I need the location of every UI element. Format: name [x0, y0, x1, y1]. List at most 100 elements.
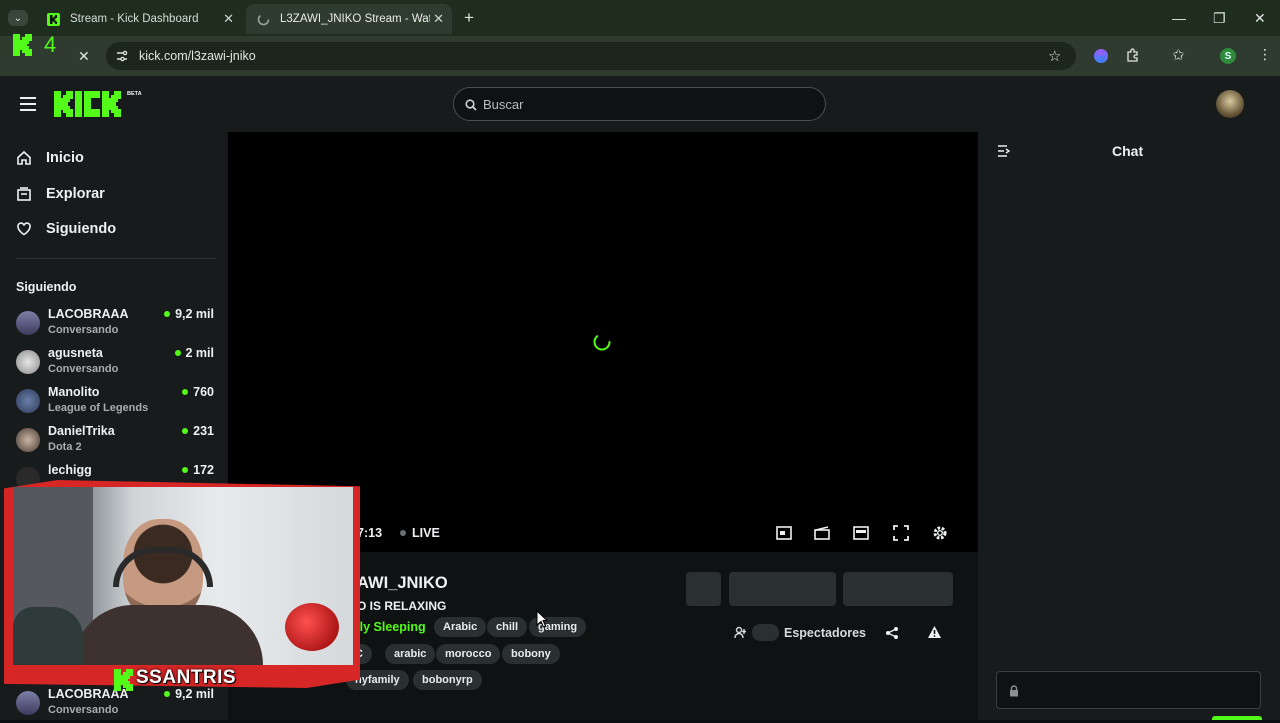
webcam-dark-object — [13, 607, 83, 665]
search-placeholder: Buscar — [483, 97, 524, 112]
sidebar-item-label: Siguiendo — [46, 221, 117, 237]
followed-channel-item[interactable]: Manolito League of Legends 760 — [16, 385, 214, 421]
followed-channel-item[interactable]: DanielTrika Dota 2 231 — [16, 424, 214, 460]
heart-icon — [17, 222, 31, 236]
tag-chip[interactable]: arabic — [385, 644, 436, 664]
channel-avatar — [16, 350, 40, 374]
viewer-count: 760 — [193, 385, 214, 399]
channel-avatar — [16, 428, 40, 452]
viewer-count: 9,2 mil — [175, 687, 214, 701]
channel-name: DanielTrika — [48, 424, 115, 438]
site-settings-icon[interactable] — [115, 49, 129, 68]
bookmark-star-icon[interactable]: ☆ — [1048, 47, 1061, 65]
reading-list-icon[interactable]: ✩ — [1172, 46, 1185, 64]
extensions-puzzle-icon[interactable] — [1125, 47, 1141, 68]
profile-avatar[interactable]: S — [1220, 48, 1236, 64]
stop-loading-icon[interactable]: ✕ — [78, 48, 90, 65]
tab-close-icon[interactable]: ✕ — [433, 11, 444, 27]
tag-chip[interactable]: bobony — [502, 644, 560, 664]
viewer-count-skeleton — [752, 624, 779, 641]
stream-category-link[interactable]: nly Sleeping — [352, 620, 426, 634]
sidebar-item-explorar[interactable]: Explorar — [16, 186, 105, 202]
followed-channel-item[interactable]: agusneta Conversando 2 mil — [16, 346, 214, 382]
loading-skeleton-button — [729, 572, 836, 606]
channel-viewers: 231 — [182, 424, 214, 438]
channel-category: Conversando — [48, 363, 119, 375]
channel-name: Manolito — [48, 385, 100, 399]
theater-mode-icon[interactable] — [853, 526, 869, 545]
channel-avatar — [16, 311, 40, 335]
loading-favicon-icon — [256, 12, 270, 26]
sidebar-item-label: Explorar — [46, 186, 105, 202]
channel-category: Conversando — [48, 324, 119, 336]
mouse-cursor-icon — [536, 609, 549, 633]
viewer-count: 231 — [193, 424, 214, 438]
share-icon[interactable] — [885, 626, 899, 645]
new-tab-button[interactable]: + — [464, 8, 474, 28]
webcam-overlay-name: SSANTRIS — [136, 667, 237, 688]
user-avatar[interactable] — [1216, 90, 1244, 118]
minimize-icon[interactable]: — — [1172, 10, 1186, 26]
channel-category: League of Legends — [48, 402, 149, 414]
home-icon — [17, 150, 31, 165]
channel-name: LACOBRAAA — [48, 307, 129, 321]
report-warning-icon[interactable] — [927, 625, 942, 644]
browser-menu-icon[interactable]: ⋮ — [1258, 46, 1272, 63]
viewer-count: 9,2 mil — [175, 307, 214, 321]
channel-viewers: 9,2 mil — [164, 307, 214, 321]
tab-search-icon[interactable]: ⌄ — [8, 10, 28, 26]
kick-overlay-logo-icon — [12, 33, 38, 62]
chat-panel — [978, 132, 1280, 720]
viewers-people-icon — [734, 626, 748, 644]
webcam-person-body — [73, 605, 263, 665]
sidebar-item-inicio[interactable]: Inicio — [16, 150, 84, 166]
viewer-count: 2 mil — [185, 346, 215, 360]
channel-name: agusneta — [48, 346, 103, 360]
collapse-chat-icon[interactable] — [997, 144, 1011, 162]
sidebar-item-label: Inicio — [46, 150, 84, 166]
live-dot-icon — [400, 530, 406, 536]
webcam-feed — [13, 487, 353, 665]
tag-chip[interactable]: Arabic — [434, 617, 487, 637]
chat-send-button-edge[interactable] — [1212, 716, 1262, 720]
kick-favicon-icon — [46, 12, 60, 26]
channel-viewers: 172 — [182, 463, 214, 477]
hamburger-menu-icon[interactable] — [20, 97, 36, 116]
tab-label: L3ZAWI_JNIKO Stream - Watch — [280, 13, 430, 25]
channel-viewers: 2 mil — [174, 346, 215, 360]
channel-name-heading[interactable]: AWI_JNIKO — [357, 574, 448, 593]
webcam-red-helmet — [285, 603, 339, 651]
settings-gear-icon[interactable] — [932, 525, 948, 546]
window-close-icon[interactable]: ✕ — [1254, 10, 1266, 27]
stream-title: O IS RELAXING — [357, 599, 447, 613]
miniplayer-icon[interactable] — [776, 526, 792, 545]
search-icon — [465, 98, 477, 116]
channel-category: Conversando — [48, 704, 119, 716]
fullscreen-icon[interactable] — [893, 525, 909, 546]
channel-avatar — [16, 389, 40, 413]
tag-chip[interactable]: morocco — [436, 644, 501, 664]
stream-uptime: 7:13 — [357, 526, 383, 540]
chat-input[interactable] — [996, 671, 1261, 709]
overlay-kick-logo-icon — [113, 668, 135, 697]
tag-chip[interactable]: bobonyrp — [413, 670, 482, 690]
live-dot-icon — [174, 350, 181, 356]
extension-colored-icon[interactable] — [1094, 49, 1108, 63]
live-dot-icon — [182, 467, 189, 473]
live-dot-icon — [182, 389, 189, 395]
sidebar-item-siguiendo[interactable]: Siguiendo — [16, 221, 116, 237]
tab-close-icon[interactable]: ✕ — [223, 11, 234, 27]
clip-icon[interactable] — [814, 525, 830, 546]
kick-logo[interactable] — [53, 90, 129, 123]
chat-title: Chat — [1112, 143, 1144, 159]
tag-chip[interactable]: chill — [487, 617, 528, 637]
followed-channel-item[interactable]: LACOBRAAA Conversando 9,2 mil — [16, 307, 214, 343]
url-text[interactable]: kick.com/l3zawi-jniko — [139, 49, 256, 63]
restore-icon[interactable]: ❐ — [1213, 10, 1226, 27]
lock-icon — [1009, 684, 1019, 702]
channel-avatar — [16, 691, 40, 715]
channel-viewers: 760 — [182, 385, 214, 399]
browser-tab-stream[interactable]: L3ZAWI_JNIKO Stream - Watch ✕ — [246, 4, 452, 34]
explore-icon — [17, 187, 31, 201]
browser-tab-dashboard[interactable]: Stream - Kick Dashboard ✕ — [36, 4, 242, 34]
